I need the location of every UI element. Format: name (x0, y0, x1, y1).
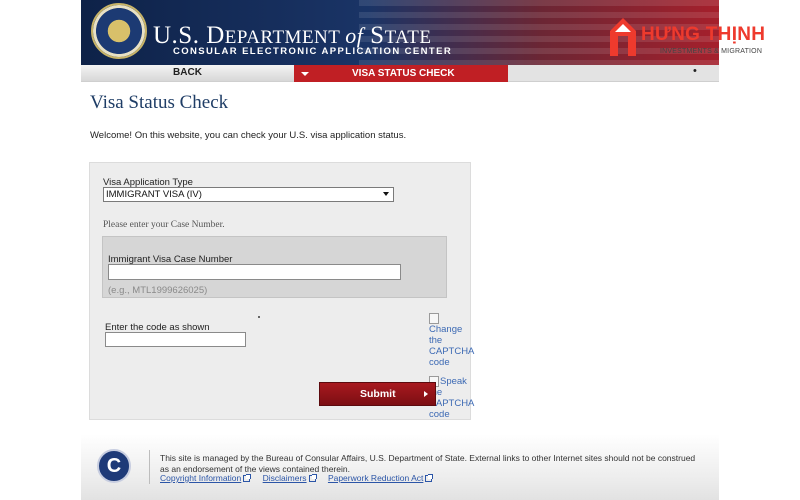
nav-bullet: • (693, 65, 697, 77)
consular-affairs-logo-icon: C (97, 449, 131, 483)
brand-logo-icon (610, 18, 636, 56)
tab-label: VISA STATUS CHECK (352, 68, 455, 79)
ceac-subtitle: CONSULAR ELECTRONIC APPLICATION CENTER (173, 46, 453, 57)
case-number-example: (e.g., MTL1999626025) (108, 285, 208, 296)
welcome-text: Welcome! On this website, you can check … (90, 130, 407, 141)
broken-image-icon (429, 313, 439, 324)
submit-label: Submit (360, 388, 396, 400)
department-title: U.S. DEPARTMENT of STATE (153, 22, 432, 49)
footer-divider (149, 450, 150, 484)
caret-down-icon (301, 72, 309, 76)
page-title: Visa Status Check (90, 92, 229, 113)
link-text: Copyright Information (160, 473, 242, 483)
arrow-right-icon (424, 391, 428, 397)
change-captcha-link[interactable]: Change the CAPTCHA code (429, 313, 474, 368)
copyright-information-link[interactable]: Copyright Information (160, 473, 252, 483)
link-text: Paperwork Reduction Act (327, 473, 424, 483)
external-link-icon (425, 474, 434, 483)
external-link-icon (243, 474, 252, 483)
enter-case-prompt: Please enter your Case Number. (103, 220, 225, 230)
nav-bar: BACK VISA STATUS CHECK • (81, 65, 719, 82)
dropdown-arrow-icon (383, 192, 389, 196)
change-captcha-text: Change the CAPTCHA code (429, 324, 474, 368)
captcha-image (258, 316, 260, 318)
state-department-seal-icon (91, 3, 147, 59)
disclaimers-link[interactable]: Disclaimers (262, 473, 317, 483)
footer-notice: This site is managed by the Bureau of Co… (160, 453, 696, 474)
tab-visa-status-check[interactable]: VISA STATUS CHECK (294, 65, 508, 82)
visa-type-selected-value: IMMIGRANT VISA (IV) (106, 189, 202, 200)
captcha-code-input[interactable] (105, 332, 246, 347)
visa-type-select[interactable]: IMMIGRANT VISA (IV) (103, 187, 394, 202)
brand-tagline: INVESTMENTS & MIGRATION (660, 48, 763, 55)
submit-button[interactable]: Submit (319, 382, 436, 406)
back-button[interactable]: BACK (81, 65, 294, 81)
link-text: Disclaimers (262, 473, 307, 483)
case-number-input[interactable] (108, 264, 401, 280)
footer-links: Copyright Information Disclaimers Paperw… (160, 473, 442, 483)
external-link-icon (308, 474, 317, 483)
brand-name: HƯNG THỊNH (641, 24, 766, 45)
paperwork-reduction-act-link[interactable]: Paperwork Reduction Act (327, 473, 434, 483)
